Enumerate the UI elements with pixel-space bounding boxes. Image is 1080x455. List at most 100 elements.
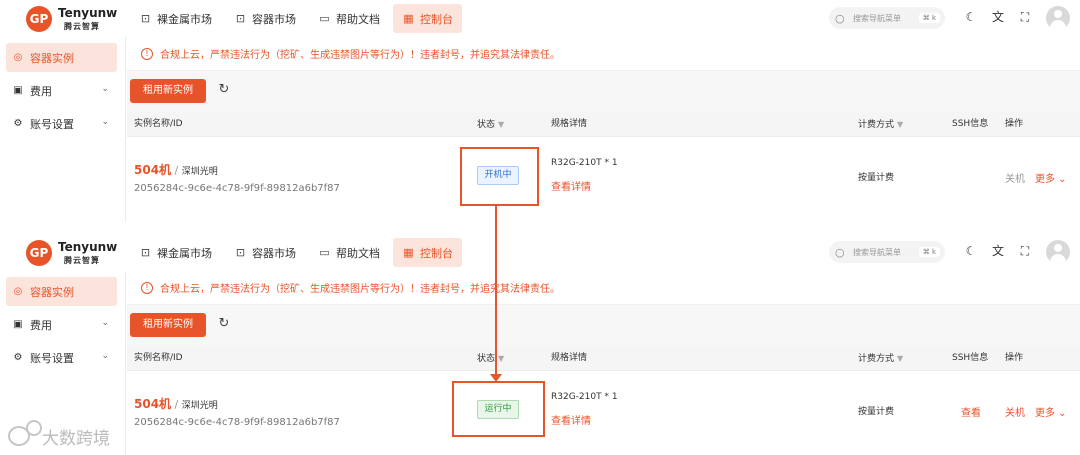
th-billing[interactable]: 计费方式 ▼ [858, 346, 903, 371]
brand-name-cn: 腾云智算 [64, 22, 100, 31]
spec-text: R32G-210T * 1 [551, 392, 618, 402]
highlight-box-status-before [460, 147, 539, 206]
nav-container-market[interactable]: ⊡ 容器市场 [225, 238, 305, 267]
th-spec: 规格详情 [551, 353, 588, 363]
table-row: 504机 / 深圳光明 2056284c-9c6e-4c78-9f9f-8981… [127, 372, 1080, 446]
instance-table: 实例名称/ID 状态 ▼ 规格详情 计费方式 ▼ SSH信息 操作 504机 / 深… [127, 112, 1080, 222]
watermark: 大数跨境 [8, 420, 110, 449]
more-dropdown[interactable]: 更多 ⌄ [1035, 404, 1067, 419]
brand-logo[interactable]: GP Tenyunw 腾云智算 [24, 238, 124, 268]
refresh-icon[interactable]: ↻ [216, 82, 232, 98]
fullscreen-icon[interactable]: ⛶ [1017, 9, 1033, 25]
instance-name[interactable]: 504机 / 深圳光明 [134, 161, 218, 178]
bag-icon: ⊡ [140, 246, 151, 259]
main-nav: ⊡ 裸金属市场 ⊡ 容器市场 ▭ 帮助文档 ▦ 控制台 [130, 4, 466, 33]
brand-name-en: Tenyunw [58, 6, 118, 20]
translate-icon[interactable]: 文 [990, 9, 1006, 25]
billing-icon: ▣ [13, 319, 23, 330]
filter-icon: ▼ [498, 120, 505, 129]
filter-icon: ▼ [897, 120, 904, 129]
th-status[interactable]: 状态 ▼ [477, 112, 504, 137]
top-navbar: GP Tenyunw 腾云智算 ⊡ 裸金属市场 ⊡ 容器市场 ▭ 帮助文档 ▦ 控制台 … [0, 234, 1080, 271]
instance-name[interactable]: 504机 / 深圳光明 [134, 395, 218, 412]
chevron-down-icon: ⌄ [101, 84, 109, 94]
rent-new-instance-button[interactable]: 租用新实例 [130, 79, 206, 103]
nav-help-docs[interactable]: ▭ 帮助文档 [309, 238, 389, 267]
sidebar-item-container-instances[interactable]: ◎ 容器实例 [6, 43, 117, 72]
sidebar-item-container-instances[interactable]: ◎ 容器实例 [6, 277, 117, 306]
chevron-down-icon: ⌄ [101, 351, 109, 361]
filter-icon: ▼ [897, 354, 904, 363]
bag-icon: ⊡ [235, 12, 246, 25]
th-billing[interactable]: 计费方式 ▼ [858, 112, 903, 137]
info-icon: ! [141, 47, 153, 60]
transition-arrow [495, 206, 497, 377]
instance-table: 实例名称/ID 状态 ▼ 规格详情 计费方式 ▼ SSH信息 操作 504机 / 深… [127, 346, 1080, 455]
billing-method: 按量计费 [858, 173, 895, 183]
moon-icon[interactable]: ☾ [963, 9, 979, 25]
avatar[interactable] [1046, 240, 1070, 264]
settings-icon: ⚙ [13, 352, 23, 363]
nav-console[interactable]: ▦ 控制台 [393, 238, 462, 267]
search-shortcut: ⌘ k [918, 247, 940, 257]
nav-console[interactable]: ▦ 控制台 [393, 4, 462, 33]
container-icon: ◎ [13, 286, 23, 297]
table-header: 实例名称/ID 状态 ▼ 规格详情 计费方式 ▼ SSH信息 操作 [127, 112, 1080, 137]
nav-bare-metal-market[interactable]: ⊡ 裸金属市场 [130, 238, 221, 267]
rent-new-instance-button[interactable]: 租用新实例 [130, 313, 206, 337]
moon-icon[interactable]: ☾ [963, 243, 979, 259]
translate-icon[interactable]: 文 [990, 243, 1006, 259]
compliance-notice: ! 合规上云，严禁违法行为（挖矿、生成违禁图片等行为）！违者封号，并追究其法律责任… [127, 37, 1080, 71]
sidebar: ◎ 容器实例 ▣ 费用 ⌄ ⚙ 账号设置 ⌄ [0, 37, 126, 222]
th-name: 实例名称/ID [134, 119, 183, 129]
more-dropdown[interactable]: 更多 ⌄ [1035, 170, 1067, 185]
sidebar-item-billing[interactable]: ▣ 费用 ⌄ [6, 310, 117, 339]
container-icon: ◎ [13, 52, 23, 63]
chevron-down-icon: ⌄ [1055, 174, 1067, 185]
spec-text: R32G-210T * 1 [551, 158, 618, 168]
search-placeholder: 搜索导航菜单 [853, 13, 901, 23]
th-ssh: SSH信息 [952, 119, 989, 129]
table-header: 实例名称/ID 状态 ▼ 规格详情 计费方式 ▼ SSH信息 操作 [127, 346, 1080, 371]
table-row: 504机 / 深圳光明 2056284c-9c6e-4c78-9f9f-8981… [127, 138, 1080, 212]
fullscreen-icon[interactable]: ⛶ [1017, 243, 1033, 259]
brand-logo[interactable]: GP Tenyunw 腾云智算 [24, 4, 124, 34]
filter-icon: ▼ [498, 354, 505, 363]
nav-bare-metal-market[interactable]: ⊡ 裸金属市场 [130, 4, 221, 33]
logo-mark-icon: GP [26, 240, 52, 266]
brand-name-cn: 腾云智算 [64, 256, 100, 265]
nav-search-input[interactable]: ○ 搜索导航菜单 ⌘ k [829, 241, 945, 263]
compliance-notice: ! 合规上云，严禁违法行为（挖矿、生成违禁图片等行为）！违者封号，并追究其法律责任… [127, 271, 1080, 305]
nav-container-market[interactable]: ⊡ 容器市场 [225, 4, 305, 33]
th-actions: 操作 [1005, 353, 1024, 363]
view-details-link[interactable]: 查看详情 [551, 412, 591, 427]
shutdown-button[interactable]: 关机 [1005, 170, 1025, 185]
refresh-icon[interactable]: ↻ [216, 316, 232, 332]
sidebar-item-account-settings[interactable]: ⚙ 账号设置 ⌄ [6, 343, 117, 372]
chevron-down-icon: ⌄ [101, 318, 109, 328]
top-navbar: GP Tenyunw 腾云智算 ⊡ 裸金属市场 ⊡ 容器市场 ▭ 帮助文档 ▦ 控制台 … [0, 0, 1080, 37]
book-icon: ▭ [319, 246, 330, 259]
billing-icon: ▣ [13, 85, 23, 96]
sidebar-item-account-settings[interactable]: ⚙ 账号设置 ⌄ [6, 109, 117, 138]
main-nav: ⊡ 裸金属市场 ⊡ 容器市场 ▭ 帮助文档 ▦ 控制台 [130, 238, 466, 267]
bag-icon: ⊡ [140, 12, 151, 25]
nav-search-input[interactable]: ○ 搜索导航菜单 ⌘ k [829, 7, 945, 29]
nav-help-docs[interactable]: ▭ 帮助文档 [309, 4, 389, 33]
avatar[interactable] [1046, 6, 1070, 30]
search-icon: ○ [835, 11, 845, 25]
sidebar-item-billing[interactable]: ▣ 费用 ⌄ [6, 76, 117, 105]
dashboard-icon: ▦ [403, 12, 414, 25]
view-details-link[interactable]: 查看详情 [551, 178, 591, 193]
ssh-view-link[interactable]: 查看 [961, 404, 981, 419]
search-placeholder: 搜索导航菜单 [853, 247, 901, 257]
highlight-box-status-after [452, 381, 545, 437]
search-shortcut: ⌘ k [918, 13, 940, 23]
th-status[interactable]: 状态 ▼ [477, 346, 504, 371]
instance-id: 2056284c-9c6e-4c78-9f9f-89812a6b7f87 [134, 183, 340, 194]
th-ssh: SSH信息 [952, 353, 989, 363]
shutdown-button[interactable]: 关机 [1005, 404, 1025, 419]
screenshot-before: GP Tenyunw 腾云智算 ⊡ 裸金属市场 ⊡ 容器市场 ▭ 帮助文档 ▦ 控制台 … [0, 0, 1080, 222]
logo-mark-icon: GP [26, 6, 52, 32]
watermark-logo-icon [8, 420, 42, 446]
